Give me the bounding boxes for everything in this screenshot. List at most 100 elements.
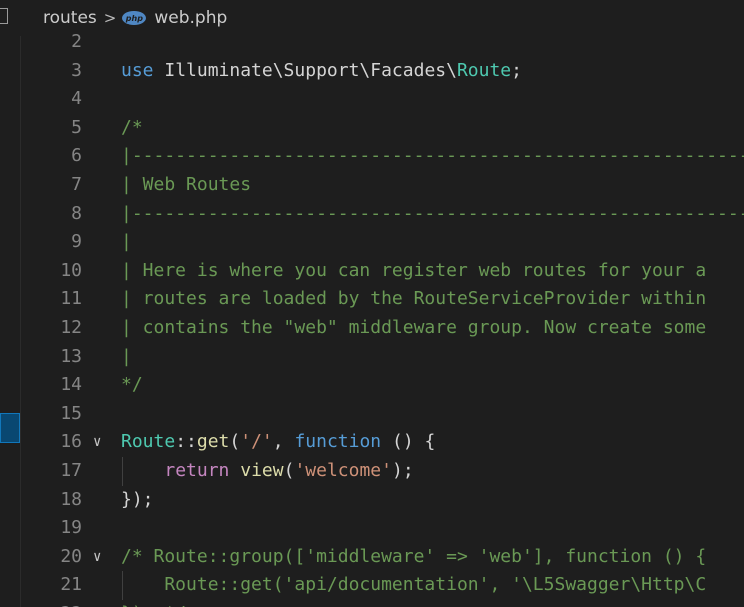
breadcrumb-file-web-php[interactable]: web.php	[154, 8, 227, 28]
code-text[interactable]: | routes are loaded by the RouteServiceP…	[121, 285, 706, 314]
line-number: 12	[60, 316, 82, 338]
code-token: );	[391, 459, 414, 481]
line-number: 16	[60, 431, 82, 453]
code-token: return	[164, 459, 230, 481]
code-token: Route::get('api/documentation', '\L5Swag…	[121, 574, 707, 596]
line-number: 15	[60, 402, 82, 424]
code-token: |	[121, 345, 132, 367]
line-number: 13	[60, 345, 82, 367]
code-line[interactable]: 2	[20, 28, 744, 57]
code-token: | Here is where you can register web rou…	[121, 259, 707, 281]
code-line[interactable]: 13 |	[20, 343, 744, 372]
code-text[interactable]: |	[121, 343, 132, 372]
code-token: */	[121, 374, 143, 396]
code-line[interactable]: 16 ∨ Route::get('/', function () {	[20, 428, 744, 457]
line-number: 7	[71, 173, 82, 195]
explorer-sidebar-edge	[0, 0, 21, 607]
line-number: 9	[71, 231, 82, 253]
code-token: ,	[272, 431, 295, 453]
code-text[interactable]: /*	[121, 114, 143, 143]
code-token: | Web Routes	[121, 173, 252, 195]
line-number: 17	[60, 459, 82, 481]
code-line[interactable]: 14 */	[20, 371, 744, 400]
code-text[interactable]: | Here is where you can register web rou…	[121, 257, 706, 286]
code-token: 'welcome'	[294, 459, 392, 481]
line-number: 11	[60, 288, 82, 310]
code-text[interactable]: | Web Routes	[121, 171, 251, 200]
code-line[interactable]: 20 ∨ /* Route::group(['middleware' => 'web…	[20, 543, 744, 572]
code-token: view	[240, 459, 284, 481]
fold-chevron-icon[interactable]: ∨	[93, 428, 109, 457]
code-line[interactable]: 10 | Here is where you can register web r…	[20, 257, 744, 286]
code-text[interactable]: /* Route::group(['middleware' => 'web'],…	[121, 543, 706, 572]
code-text[interactable]: */	[121, 371, 143, 400]
code-line[interactable]: 7 | Web Routes	[20, 171, 744, 200]
line-number: 5	[71, 116, 82, 138]
code-token: /*	[121, 116, 143, 138]
code-line[interactable]: 3 use Illuminate\Support\Facades\Route;	[20, 57, 744, 86]
code-token: /* Route::group(['middleware' => 'web'],…	[121, 545, 707, 567]
code-line[interactable]: 4	[20, 85, 744, 114]
code-editor[interactable]: 2 3 use Illuminate\Support\Facades\Route; 4…	[20, 28, 744, 607]
code-line[interactable]: 21 Route::get('api/documentation', '\L5S…	[20, 571, 744, 600]
code-token: use	[121, 59, 154, 81]
code-token: |	[121, 231, 132, 253]
line-number: 6	[71, 145, 82, 167]
code-token: get	[196, 431, 230, 453]
code-text[interactable]: |	[121, 228, 132, 257]
code-text[interactable]: Route::get('api/documentation', '\L5Swag…	[121, 571, 706, 600]
line-number: 4	[71, 88, 82, 110]
line-number: 14	[60, 374, 82, 396]
code-token: |---------------------------------------…	[121, 145, 744, 167]
code-token: });	[121, 488, 154, 510]
breadcrumb-folder-routes[interactable]: routes	[43, 8, 97, 28]
code-text[interactable]: Route::get('/', function () {	[121, 428, 435, 457]
code-text[interactable]: | contains the "web" middleware group. N…	[121, 314, 706, 343]
code-text[interactable]: |---------------------------------------…	[121, 142, 744, 171]
code-token: | contains the "web" middleware group. N…	[121, 316, 707, 338]
code-token: ::	[175, 431, 197, 453]
line-number: 19	[60, 517, 82, 539]
code-text[interactable]: |---------------------------------------…	[121, 200, 744, 229]
code-line[interactable]: 19	[20, 514, 744, 543]
code-token: function	[294, 431, 382, 453]
line-number: 3	[71, 59, 82, 81]
code-line[interactable]: 6 |--------------------------------------…	[20, 142, 744, 171]
line-number: 22	[20, 600, 82, 607]
code-text[interactable]: use Illuminate\Support\Facades\Route;	[121, 57, 522, 86]
line-number: 20	[60, 545, 82, 567]
line-number: 18	[60, 488, 82, 510]
code-token: Route	[456, 59, 512, 81]
editor-window: routes > php web.php 2 3 use Illuminate\Su…	[0, 0, 744, 607]
code-token: (	[229, 431, 241, 453]
code-token: '/'	[240, 431, 273, 453]
sidebar-active-item[interactable]	[0, 413, 20, 443]
collapse-icon[interactable]	[0, 8, 8, 24]
code-text[interactable]: return view('welcome');	[121, 457, 414, 486]
code-line[interactable]: 18});	[20, 486, 744, 515]
code-token: | routes are loaded by the RouteServiceP…	[121, 288, 707, 310]
code-token: ;	[511, 59, 522, 81]
line-number: 10	[60, 259, 82, 281]
code-line[interactable]: 11 | routes are loaded by the RouteServic…	[20, 285, 744, 314]
code-line[interactable]: 15	[20, 400, 744, 429]
code-text[interactable]: }); */	[121, 600, 186, 607]
code-line[interactable]: 17 return view('welcome');	[20, 456, 744, 486]
code-line[interactable]: 9 |	[20, 228, 744, 257]
fold-chevron-icon[interactable]: ∨	[93, 543, 109, 572]
code-text[interactable]: });	[121, 486, 154, 515]
line-number: 21	[60, 574, 82, 596]
code-token: |---------------------------------------…	[121, 202, 744, 224]
code-token: Illuminate\Support\Facades\	[153, 59, 457, 81]
line-number: 8	[71, 202, 82, 224]
code-line[interactable]: 8 |--------------------------------------…	[20, 200, 744, 229]
code-line[interactable]: 12 | contains the "web" middleware group.…	[20, 314, 744, 343]
code-token: Route	[121, 431, 176, 453]
code-line[interactable]: 22 }); */	[20, 600, 744, 607]
php-file-icon: php	[122, 11, 147, 25]
code-line[interactable]: 5 /*	[20, 114, 744, 143]
chevron-right-icon: >	[103, 9, 117, 27]
code-token: (	[283, 459, 295, 481]
